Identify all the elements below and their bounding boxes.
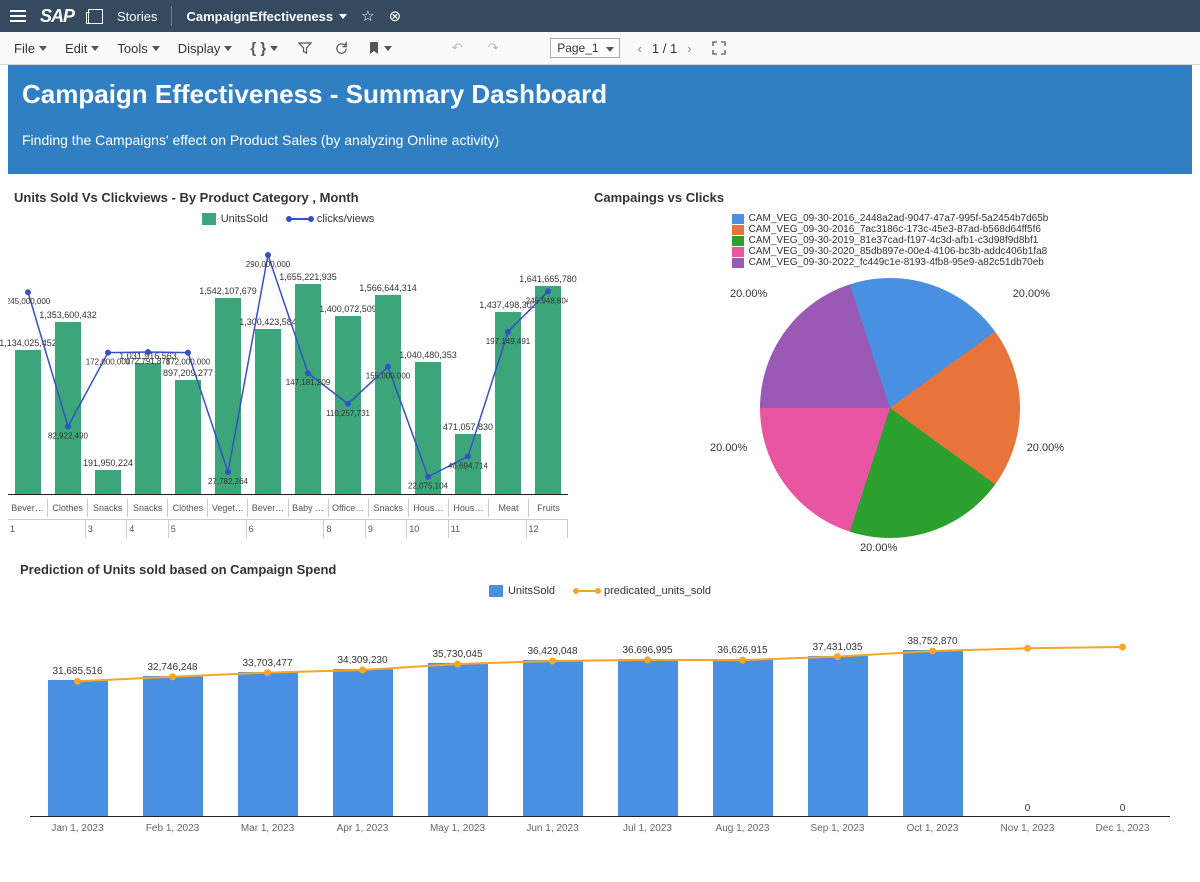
braces-dropdown[interactable]: { } <box>250 40 278 57</box>
stories-icon[interactable] <box>88 9 103 24</box>
chevron-down-icon <box>39 46 47 51</box>
stories-label[interactable]: Stories <box>117 9 157 24</box>
legend-swatch-bar <box>489 585 503 597</box>
chevron-down-icon <box>91 46 99 51</box>
legend-text: predicated_units_sold <box>604 585 711 597</box>
svg-text:245,948,804: 245,948,804 <box>526 296 568 305</box>
chart3-legend: UnitsSold predicated_units_sold <box>20 585 1180 597</box>
file-label: File <box>14 41 35 56</box>
legend-swatch-bar <box>202 213 216 225</box>
svg-text:110,257,731: 110,257,731 <box>326 409 370 418</box>
pie-chart <box>726 244 1054 572</box>
chart3-title: Prediction of Units sold based on Campai… <box>20 562 1180 577</box>
legend-swatch-line <box>575 590 599 592</box>
favorite-star-icon[interactable]: ☆ <box>361 7 374 25</box>
legend-row: CAM_VEG_09-30-2022_fc449c1e-8193-4fb8-95… <box>732 257 1044 268</box>
svg-text:197,149,491: 197,149,491 <box>486 337 531 346</box>
chevron-down-icon <box>606 47 614 52</box>
pie-slice-label: 20.00% <box>730 288 767 300</box>
page-navigator: ‹ 1 / 1 › <box>638 41 692 56</box>
chevron-down-icon <box>152 46 160 51</box>
legend-text: UnitsSold <box>508 585 555 597</box>
chart1-legend: UnitsSold clicks/views <box>8 213 568 225</box>
chart-prediction[interactable]: Prediction of Units sold based on Campai… <box>0 546 1200 844</box>
chevron-down-icon <box>339 14 347 19</box>
story-title-dropdown[interactable]: CampaignEffectiveness <box>186 9 347 24</box>
chart1-month-axis: 1345689101112 <box>8 519 568 538</box>
chart3-x-axis: Jan 1, 2023Feb 1, 2023Mar 1, 2023Apr 1, … <box>30 823 1170 834</box>
page-selector[interactable]: Page_1 <box>550 38 619 58</box>
pie-legend: CAM_VEG_09-30-2016_2448a2ad-9047-47a7-99… <box>732 213 1049 268</box>
redo-icon[interactable]: ↷ <box>484 39 502 57</box>
chart3-plot-area: 31,685,51632,746,24833,703,47734,309,230… <box>30 627 1170 817</box>
close-icon[interactable]: ⊗ <box>389 7 402 25</box>
svg-text:172,000,000: 172,000,000 <box>86 358 131 367</box>
svg-text:172,791,878: 172,791,878 <box>126 357 171 366</box>
main-navbar: SAP Stories CampaignEffectiveness ☆ ⊗ <box>0 0 1200 32</box>
legend-row: CAM_VEG_09-30-2019_81e37cad-f197-4c3d-af… <box>732 235 1039 246</box>
filter-icon[interactable] <box>296 39 314 57</box>
chart1-x-axis: Bever…ClothesSnacksSnacksClothesVeget…Be… <box>8 499 568 517</box>
dashboard-title: Campaign Effectiveness - Summary Dashboa… <box>22 79 1178 110</box>
svg-text:290,000,000: 290,000,000 <box>246 260 291 269</box>
svg-text:147,181,209: 147,181,209 <box>286 378 331 387</box>
page-count: 1 / 1 <box>652 41 677 56</box>
fullscreen-icon[interactable] <box>710 39 728 57</box>
legend-swatch-line <box>288 218 312 220</box>
chevron-down-icon <box>384 46 392 51</box>
legend-row: CAM_VEG_09-30-2016_7ac3186c-173c-45e3-87… <box>732 224 1041 235</box>
chevron-down-icon <box>270 46 278 51</box>
bookmark-icon <box>368 41 380 55</box>
svg-text:46,694,714: 46,694,714 <box>448 461 489 470</box>
svg-text:27,782,264: 27,782,264 <box>208 477 249 486</box>
braces-icon: { } <box>250 40 266 57</box>
edit-menu[interactable]: Edit <box>65 41 99 56</box>
tools-menu[interactable]: Tools <box>117 41 159 56</box>
pie-slice-label: 20.00% <box>1013 288 1050 300</box>
chart2-title: Campaings vs Clicks <box>594 190 1192 205</box>
display-label: Display <box>178 41 221 56</box>
svg-text:172,000,000: 172,000,000 <box>166 358 211 367</box>
dashboard-subtitle: Finding the Campaigns' effect on Product… <box>22 132 1178 148</box>
svg-text:82,922,490: 82,922,490 <box>48 431 89 440</box>
undo-icon[interactable]: ↶ <box>448 39 466 57</box>
toolbar: File Edit Tools Display { } ↶ ↷ Page_1 ‹… <box>0 32 1200 65</box>
dashboard-banner: Campaign Effectiveness - Summary Dashboa… <box>8 65 1192 174</box>
page-next-icon[interactable]: › <box>687 41 691 56</box>
chart1-title: Units Sold Vs Clickviews - By Product Ca… <box>14 190 568 205</box>
pie-slice-label: 20.00% <box>860 542 897 554</box>
hamburger-menu-icon[interactable] <box>10 10 26 22</box>
file-menu[interactable]: File <box>14 41 47 56</box>
bookmark-dropdown[interactable] <box>368 41 392 55</box>
chart1-plot-area: 1,134,025,4521,353,600,432191,950,2241,0… <box>8 235 568 495</box>
svg-text:22,075,104: 22,075,104 <box>408 482 449 491</box>
edit-label: Edit <box>65 41 87 56</box>
sap-logo[interactable]: SAP <box>40 6 74 27</box>
tools-label: Tools <box>117 41 147 56</box>
chart-units-vs-clicks[interactable]: Units Sold Vs Clickviews - By Product Ca… <box>8 184 568 546</box>
separator <box>171 6 172 26</box>
pie-slice-label: 20.00% <box>710 442 747 454</box>
legend-text: clicks/views <box>317 213 374 225</box>
chart-campaigns-pie[interactable]: Campaings vs Clicks CAM_VEG_09-30-2016_2… <box>588 184 1192 546</box>
refresh-icon[interactable] <box>332 39 350 57</box>
page-name: Page_1 <box>557 41 598 55</box>
pie-slice-label: 20.00% <box>1027 442 1064 454</box>
svg-text:155,000,000: 155,000,000 <box>366 372 411 381</box>
legend-row: CAM_VEG_09-30-2016_2448a2ad-9047-47a7-99… <box>732 213 1049 224</box>
page-prev-icon[interactable]: ‹ <box>638 41 642 56</box>
pie-wrap: 20.00% 20.00% 20.00% 20.00% 20.00% <box>760 278 1020 538</box>
story-name: CampaignEffectiveness <box>186 9 333 24</box>
legend-text: UnitsSold <box>221 213 268 225</box>
display-menu[interactable]: Display <box>178 41 233 56</box>
legend-row: CAM_VEG_09-30-2020_85db897e-00e4-4106-bc… <box>732 246 1048 257</box>
chevron-down-icon <box>224 46 232 51</box>
svg-text:245,000,000: 245,000,000 <box>8 297 51 306</box>
